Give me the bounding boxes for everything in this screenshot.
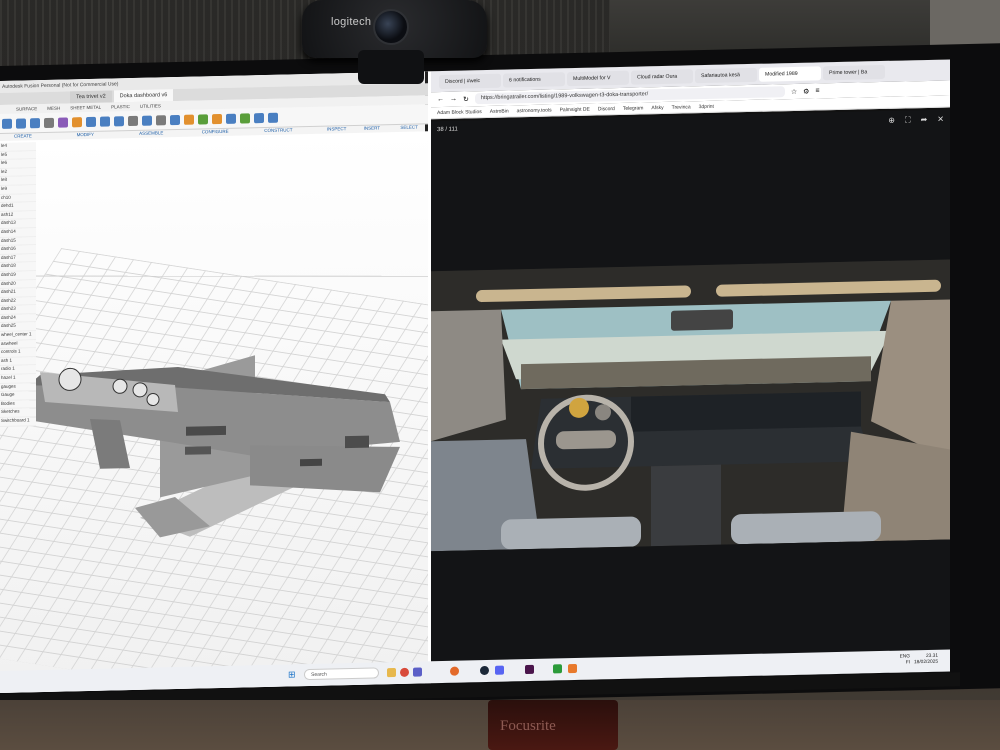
forward-icon[interactable]: →	[450, 96, 457, 103]
bookmark-item[interactable]: Adam Block Studios	[437, 109, 482, 116]
select-icon[interactable]	[268, 112, 278, 123]
teams-icon[interactable]	[413, 667, 422, 677]
firefox-icon[interactable]	[450, 666, 459, 676]
browser-window: Discord | #welc 6 notifications MultiMod…	[431, 59, 950, 684]
insert-icon[interactable]	[226, 113, 236, 124]
audio-interface: Focusrite	[488, 700, 618, 750]
region-indicator[interactable]: FI	[900, 660, 910, 666]
photo-scene: Autodesk Fusion Personal (Not for Commer…	[0, 0, 1000, 750]
create-sketch-icon[interactable]	[2, 118, 12, 129]
fillet-icon[interactable]	[86, 116, 96, 127]
joint-icon[interactable]	[156, 114, 166, 125]
start-icon[interactable]: ⊞	[288, 669, 296, 680]
close-icon[interactable]: ✕	[937, 115, 944, 125]
insert-image-icon[interactable]	[254, 112, 264, 123]
chamfer-icon[interactable]	[100, 116, 110, 127]
bookmark-item[interactable]: Discord	[598, 106, 615, 112]
fusion-window: Autodesk Fusion Personal (Not for Commer…	[0, 71, 428, 693]
bookmark-item[interactable]: astronomy.tools	[517, 107, 552, 114]
webcam-brand: logitech	[331, 16, 372, 28]
tab-tea-trivet[interactable]: Tea trivet v2	[70, 90, 112, 104]
extrude-icon[interactable]	[16, 117, 26, 129]
back-icon[interactable]: ←	[437, 96, 444, 103]
file-explorer-icon[interactable]	[387, 668, 396, 678]
bookmark-item[interactable]: AstroBin	[490, 108, 509, 114]
bookmark-item[interactable]: Palmsight DE	[560, 106, 590, 113]
press-pull-icon[interactable]	[72, 116, 82, 127]
new-component-icon[interactable]	[142, 115, 152, 126]
fusion-browser-panel: le4 le5 le6 le2 le8 le9 ch10 dehd1 ash12…	[0, 142, 36, 543]
bookmark-folder[interactable]: 3dprint	[699, 103, 714, 109]
revolve-icon[interactable]	[30, 117, 40, 128]
fullscreen-icon[interactable]: ⛶	[905, 115, 911, 125]
configure-table-icon[interactable]	[184, 114, 194, 125]
reload-icon[interactable]: ↻	[463, 95, 469, 103]
shell-icon[interactable]	[114, 115, 124, 126]
browser-tab[interactable]: MultiModel for V	[567, 70, 629, 86]
webcam-mount	[358, 50, 424, 84]
fusion-canvas[interactable]	[0, 131, 428, 676]
slack-icon[interactable]	[525, 664, 534, 675]
construct-plane-icon[interactable]	[198, 113, 208, 125]
browser-tab[interactable]: Discord | #welc	[439, 73, 501, 89]
browser-tab[interactable]: 6 notifications	[503, 71, 565, 88]
van-interior-image	[431, 259, 950, 552]
clock[interactable]: 23.31 18/02/2025	[914, 654, 938, 667]
dashboard-model[interactable]	[0, 131, 428, 676]
fusion-taskbar-icon[interactable]	[568, 663, 577, 674]
gallery-counter: 38 / 111	[437, 126, 458, 134]
steam-icon[interactable]	[480, 665, 489, 676]
measure-icon[interactable]	[212, 113, 222, 124]
monitor-screen: Autodesk Fusion Personal (Not for Commer…	[0, 59, 950, 694]
bookmark-item[interactable]: Afsky	[651, 104, 663, 110]
pattern-icon[interactable]	[58, 116, 68, 128]
bookmark-item[interactable]: Telegram	[623, 105, 644, 111]
browser-tab[interactable]: Cloud radar Oura	[631, 68, 693, 85]
webcam-lens	[373, 9, 409, 45]
browser-tab-active[interactable]: Modified 1989	[759, 65, 821, 82]
discord-icon[interactable]	[495, 665, 504, 675]
extensions-icon[interactable]: ⚙	[803, 87, 809, 95]
bookmark-star-icon[interactable]: ☆	[791, 87, 797, 95]
insert-mesh-icon[interactable]	[240, 112, 250, 124]
van-interior-photo[interactable]	[431, 259, 950, 552]
browser-item[interactable]: Switchboard 1	[0, 417, 36, 427]
taskbar-search[interactable]: Search	[304, 667, 379, 681]
bookmark-item[interactable]: Trevinca	[672, 104, 691, 110]
configure-icon[interactable]	[170, 114, 180, 125]
share-icon[interactable]: ➦	[921, 115, 928, 125]
monitor: Autodesk Fusion Personal (Not for Commer…	[0, 43, 1000, 711]
viewer-controls: ⊕ ⛶ ➦ ✕	[888, 115, 944, 126]
zoom-icon[interactable]: ⊕	[888, 116, 895, 126]
hole-icon[interactable]	[44, 117, 54, 128]
audio-interface-brand: Focusrite	[500, 718, 556, 734]
system-tray: ENG FI	[900, 654, 910, 666]
move-icon[interactable]	[128, 115, 138, 126]
gallery-viewer: 38 / 111 ⊕ ⛶ ➦ ✕	[431, 109, 950, 684]
menu-icon[interactable]: ≡	[815, 87, 819, 94]
chrome-icon[interactable]	[400, 667, 409, 677]
greenshot-icon[interactable]	[553, 664, 562, 674]
browser-tab[interactable]: Prime tower | Ba	[823, 64, 885, 80]
browser-tab[interactable]: Safariautoa kesä	[695, 67, 757, 83]
clock-date: 18/02/2025	[913, 659, 938, 666]
